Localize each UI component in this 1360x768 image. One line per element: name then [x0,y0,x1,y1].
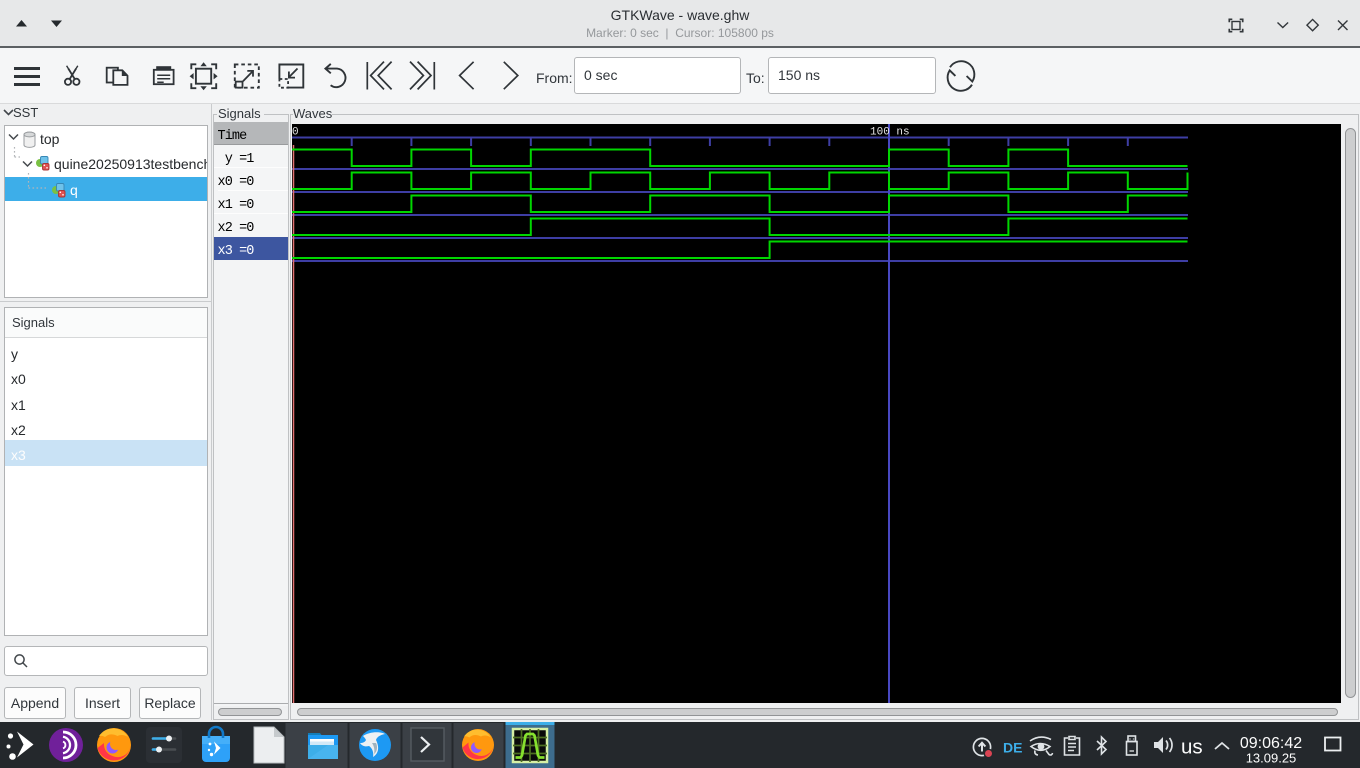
svg-text:DE: DE [1003,740,1022,756]
svg-text:09:06:42: 09:06:42 [1240,735,1302,752]
svg-text:us: us [1181,736,1203,759]
svg-text:0: 0 [292,127,299,139]
svg-text:100 ns: 100 ns [870,127,910,139]
svg-text:13.09.25: 13.09.25 [1246,751,1297,766]
